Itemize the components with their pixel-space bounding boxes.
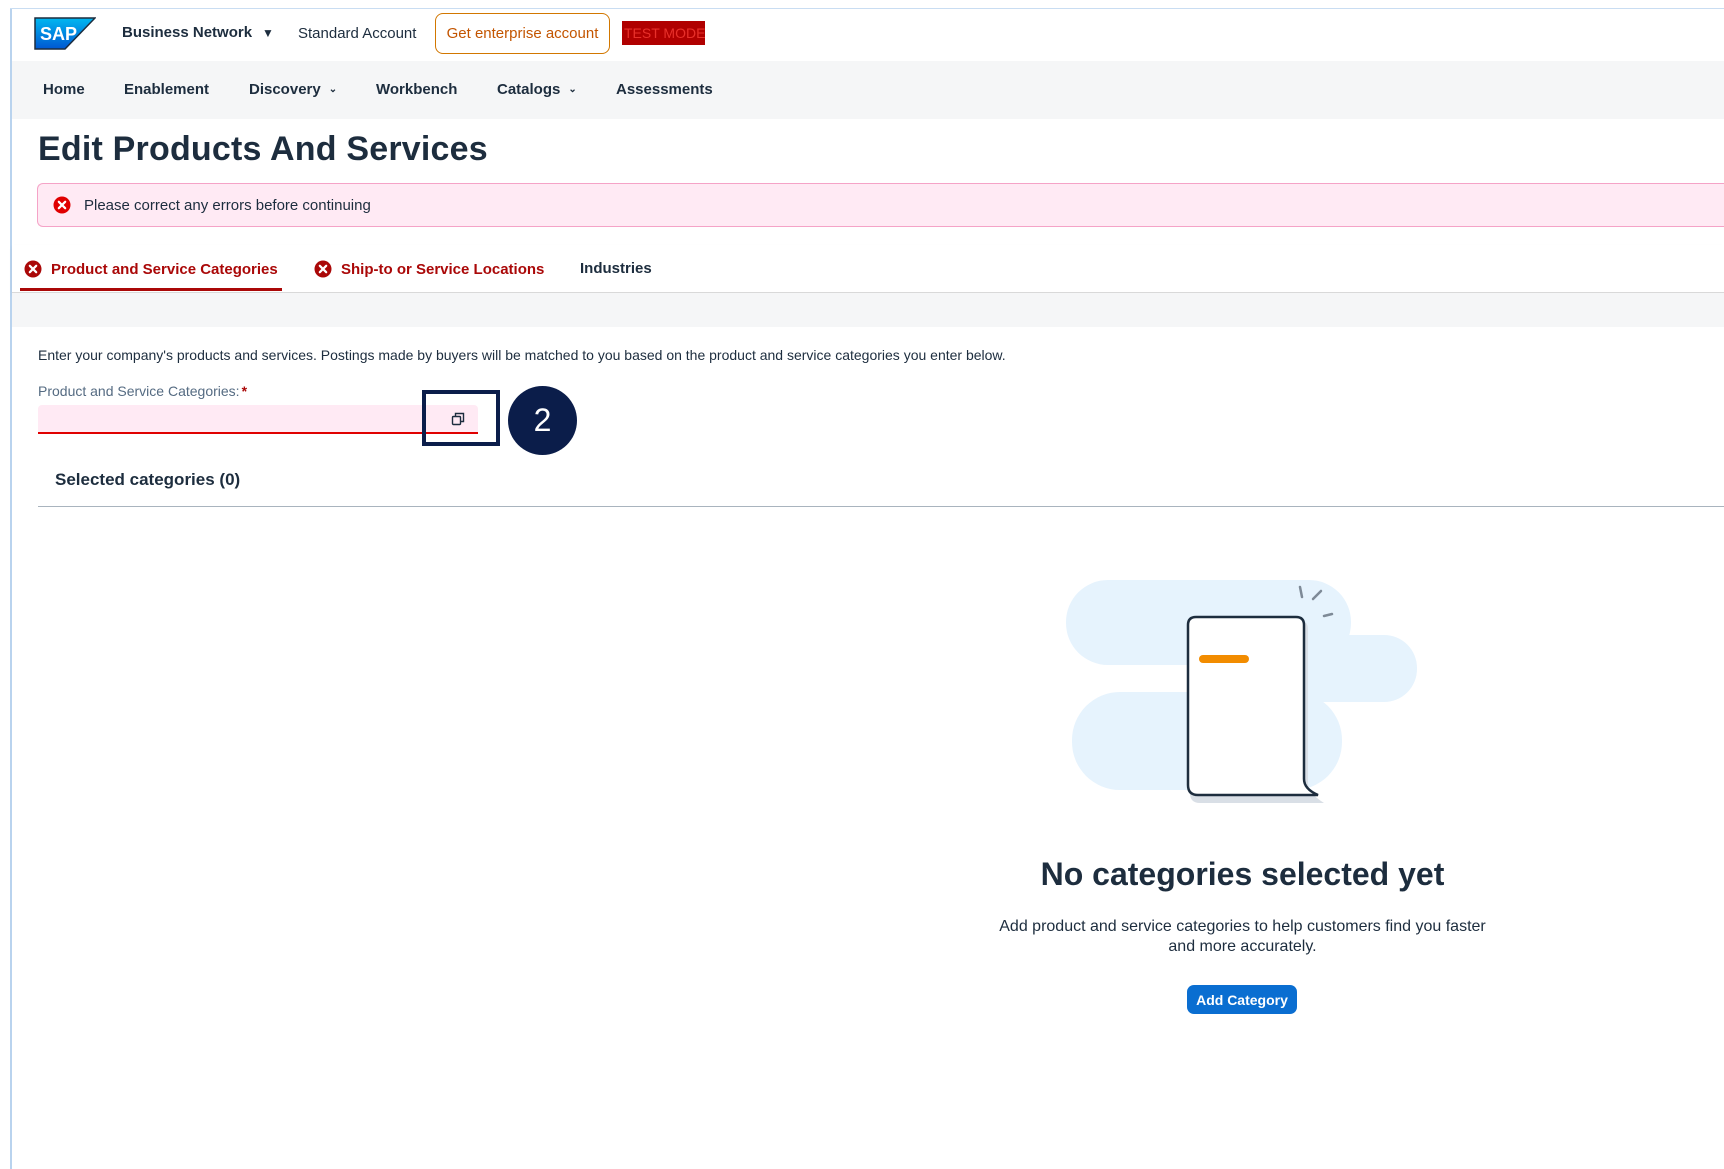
section-divider bbox=[38, 506, 1724, 507]
nav-workbench[interactable]: Workbench bbox=[376, 81, 457, 98]
nav-discovery[interactable]: Discovery ⌄ bbox=[249, 81, 337, 98]
annotation-highlight-box bbox=[422, 390, 500, 446]
tab-label: Product and Service Categories bbox=[51, 260, 278, 278]
add-category-button[interactable]: Add Category bbox=[1187, 985, 1297, 1014]
empty-state-title: No categories selected yet bbox=[1040, 856, 1445, 892]
nav-catalogs[interactable]: Catalogs ⌄ bbox=[497, 81, 577, 98]
error-message-text: Please correct any errors before continu… bbox=[84, 197, 371, 214]
business-network-label: Business Network bbox=[122, 24, 253, 41]
nav-home[interactable]: Home bbox=[43, 81, 85, 98]
page-title: Edit Products And Services bbox=[38, 130, 488, 168]
caret-down-icon: ▼ bbox=[262, 25, 274, 40]
nav-label: Discovery bbox=[249, 81, 321, 98]
chevron-down-icon: ⌄ bbox=[328, 84, 338, 95]
selected-tab-indicator bbox=[20, 288, 282, 291]
tab-bar: Product and Service Categories Ship-to o… bbox=[12, 245, 1724, 293]
top-navigation: Home Enablement Discovery ⌄ Workbench Ca… bbox=[12, 61, 1724, 119]
account-type-label: Standard Account bbox=[298, 25, 417, 42]
test-mode-badge: TEST MODE bbox=[622, 21, 705, 45]
chevron-down-icon: ⌄ bbox=[568, 84, 577, 95]
nav-label: Catalogs bbox=[497, 81, 561, 98]
nav-label: Assessments bbox=[616, 81, 713, 98]
nav-label: Enablement bbox=[124, 81, 210, 98]
categories-input[interactable] bbox=[38, 405, 478, 434]
sap-logo[interactable]: SAP bbox=[34, 17, 96, 50]
tab-industries[interactable]: Industries bbox=[580, 260, 652, 277]
annotation-step-badge: 2 bbox=[508, 386, 577, 455]
nav-label: Workbench bbox=[376, 81, 458, 98]
content-card bbox=[22, 327, 1724, 1169]
business-network-menu[interactable]: Business Network ▼ bbox=[122, 24, 274, 41]
tab-ship-to-locations[interactable]: Ship-to or Service Locations bbox=[314, 260, 544, 278]
tab-label: Industries bbox=[580, 260, 652, 277]
empty-state-description: Add product and service categories to he… bbox=[999, 918, 1486, 955]
nav-assessments[interactable]: Assessments bbox=[616, 81, 713, 98]
tab-label: Ship-to or Service Locations bbox=[341, 260, 545, 278]
shell-bar: SAP Business Network ▼ Standard Account … bbox=[12, 9, 1724, 61]
categories-field-label: Product and Service Categories: * bbox=[38, 383, 247, 399]
tab-product-service-categories[interactable]: Product and Service Categories bbox=[24, 260, 278, 278]
intro-text: Enter your company's products and servic… bbox=[38, 347, 1006, 363]
error-circle-icon bbox=[53, 196, 71, 214]
nav-enablement[interactable]: Enablement bbox=[124, 81, 209, 98]
sap-logo-text: SAP bbox=[40, 24, 77, 44]
empty-document-illustration bbox=[1066, 580, 1417, 803]
error-message-strip: Please correct any errors before continu… bbox=[37, 183, 1724, 227]
error-circle-icon bbox=[314, 260, 332, 278]
window-left-border bbox=[10, 8, 12, 1169]
required-asterisk: * bbox=[241, 383, 248, 399]
categories-field-label-text: Product and Service Categories: bbox=[38, 383, 240, 399]
nav-label: Home bbox=[43, 81, 85, 98]
error-circle-icon bbox=[24, 260, 42, 278]
get-enterprise-account-button[interactable]: Get enterprise account bbox=[435, 13, 610, 54]
selected-categories-header: Selected categories (0) bbox=[55, 470, 241, 489]
content-background bbox=[12, 293, 1724, 327]
